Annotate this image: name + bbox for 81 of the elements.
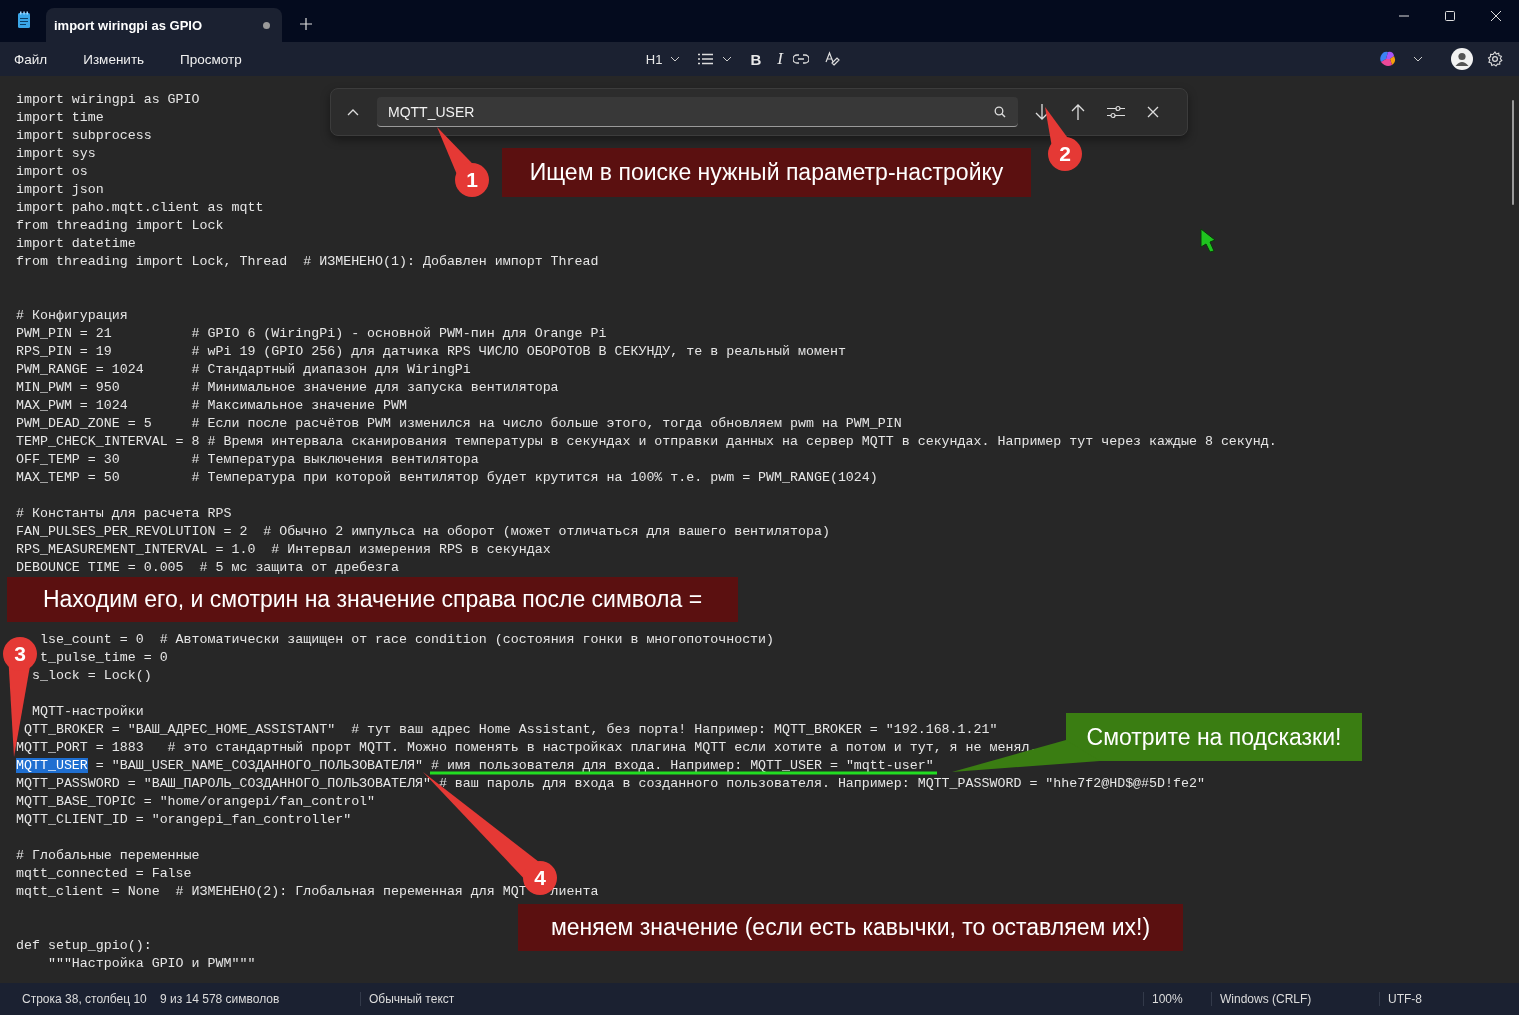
code-line: DEBOUNCE TIME = 0.005 # 5 мс защита от дребезга <box>16 560 399 575</box>
code-line: OFF_TEMP = 30 # Температура выключения вентилятора <box>16 452 479 467</box>
note-banner: Ищем в поиске нужный параметр-настройку <box>502 148 1031 197</box>
scrollbar[interactable] <box>1512 100 1514 205</box>
chevron-down-icon[interactable] <box>1413 56 1423 62</box>
code-line: # Конфигурация <box>16 308 128 323</box>
code-line: PWM_DEAD_ZONE = 5 # Если после расчётов PWM изменился на число больше этого, тогда обновляем pwm на PWM_PIN <box>16 416 902 431</box>
cursor-icon <box>1200 228 1216 253</box>
code-line: MAX_TEMP = 50 # Температура при которой вентилятор будет крутится на 100% т.е. pwm = PWM_RANGE(1024) <box>16 470 878 485</box>
code-line: MQTT_BASE_TOPIC = "home/orangepi/fan_control" <box>16 794 376 809</box>
status-item: Строка 38, столбец 10 <box>21 992 148 1006</box>
marker-pin <box>1045 107 1082 171</box>
code-line: from threading import Lock, Thread # ИЗМЕНЕНО(1): Добавлен импорт Thread <box>16 254 599 269</box>
italic-button[interactable]: I <box>773 47 787 71</box>
code-line: import sys <box>16 146 96 161</box>
code-line: MQTT_CLIENT_ID = "orangepi_fan_controller" <box>16 812 352 827</box>
heading-dropdown[interactable]: H1 <box>641 49 685 69</box>
code-line: TEMP_CHECK_INTERVAL = 8 # Время интервала сканирования температуры в секундах и отправки данных на сервер MQTT в секундах. Например тут через каждые 8 секунд. <box>16 434 1277 449</box>
clear-formatting-icon[interactable] <box>825 51 841 67</box>
code-line: PWM_PIN = 21 # GPIO 6 (WiringPi) - основной PWM-пин для Orange Pi <box>16 326 607 341</box>
status-item: Windows (CRLF) <box>1211 992 1379 1006</box>
arrow-down-icon[interactable] <box>1035 104 1049 120</box>
code-line: """Настройка GPIO и PWM""" <box>47 956 256 971</box>
note-banner: меняем значение (если есть кавычки, то оставляем их!) <box>518 904 1183 951</box>
step-number: 3 <box>14 642 26 665</box>
document-tab[interactable]: import wiringpi as GPIO <box>46 8 282 42</box>
code-line: s_lock = Lock() <box>31 668 152 683</box>
chevron-up-icon[interactable] <box>347 108 359 116</box>
search-match: MQTT_USER <box>16 758 88 773</box>
code-line: lse_count = 0 # Автоматически защищен от race condition (состояния гонки в многопоточности) <box>39 632 775 647</box>
arrow-up-icon[interactable] <box>1071 104 1085 120</box>
code-line: import time <box>16 110 104 125</box>
chevron-down-icon <box>670 56 681 62</box>
marker-pin <box>437 127 489 197</box>
code-line: MAX_PWM = 1024 # Максимальное значение PWM <box>16 398 407 413</box>
status-item: Обычный текст <box>360 992 1143 1006</box>
code-line: from threading import Lock <box>16 218 224 233</box>
bold-button[interactable]: B <box>746 48 766 70</box>
step-number: 2 <box>1059 142 1071 165</box>
code-line: QTT_BROKER = "ВАШ_АДРЕС_HOME_ASSISTANT" # тут ваш адрес Home Assistant, без порта! Например: MQTT_BROKER = "192.168.1.21" <box>24 722 998 737</box>
search-icon[interactable] <box>994 105 1006 118</box>
status-item: 100% <box>1143 992 1211 1006</box>
code-line: RPS_PIN = 19 # wPi 19 (GPIO 256) для датчика RPS ЧИСЛО ОБОРОТОВ В СЕКУНДУ, те в реальный момент <box>16 344 846 359</box>
notepad-icon <box>17 11 31 29</box>
code-line: mqtt_connected = False <box>16 866 192 881</box>
code-line: RPS_MEASUREMENT_INTERVAL = 1.0 # Интервал измерения RPS в секундах <box>16 542 551 557</box>
code-line: import os <box>16 164 88 179</box>
code-line: def setup_gpio(): <box>16 938 152 953</box>
options-icon[interactable] <box>1107 105 1125 119</box>
code-line: # Константы для расчета RPS <box>16 506 232 521</box>
chevron-down-icon <box>722 56 733 62</box>
code-line: import datetime <box>16 236 136 251</box>
menu-item[interactable]: Файл <box>14 51 48 67</box>
code-line: MIN_PWM = 950 # Минимальное значение для запуска вентилятора <box>16 380 559 395</box>
new-tab-icon[interactable] <box>300 18 312 30</box>
code-line: FAN_PULSES_PER_REVOLUTION = 2 # Обычно 2 импульса на оборот (может отличаться для вашего вентилятора) <box>16 524 830 539</box>
status-item: UTF-8 <box>1379 992 1519 1006</box>
close-icon[interactable] <box>1147 106 1159 118</box>
close-icon[interactable] <box>1490 10 1502 22</box>
code-line: import json <box>16 182 104 197</box>
settings-icon[interactable] <box>1487 51 1503 67</box>
maximize-icon[interactable] <box>1444 10 1456 22</box>
code-line: import subprocess <box>16 128 152 143</box>
code-line: t_pulse_time = 0 <box>39 650 168 665</box>
note-banner: Находим его, и смотрин на значение справа после символа = <box>7 577 738 622</box>
code-line: MQTT-настройки <box>31 704 144 719</box>
menu-item[interactable]: Изменить <box>83 51 145 67</box>
avatar-icon[interactable] <box>1451 48 1473 70</box>
code-line: import paho.mqtt.client as mqtt <box>16 200 264 215</box>
code-line: MQTT_PORT = 1883 # это стандартный прорт MQTT. Можно поменять в настройках плагина MQTT если хотите а потом и тут, я не менял. <box>16 740 1038 755</box>
step-number: 1 <box>466 168 478 191</box>
menu-item[interactable]: Просмотр <box>180 51 242 67</box>
list-icon <box>698 53 715 65</box>
code-line: import wiringpi as GPIO <box>16 92 200 107</box>
code-line: MQTT_PASSWORD = "ВАШ_ПАРОЛЬ_СОЗДАННОГО_ПОЛЬЗОВАТЕЛЯ" # ваш пароль для входа в созданного пользователя. Например: MQTT_PASSWORD = "hhe7f2@HD$@#5D!fe2" <box>16 776 1205 791</box>
code-line: # Глобальные переменные <box>16 848 200 863</box>
link-icon[interactable] <box>793 54 809 64</box>
code-line: PWM_RANGE = 1024 # Стандартный диапазон для WiringPi <box>16 362 471 377</box>
code-line: = "ВАШ_USER_NAME_СОЗДАННОГО_ПОЛЬЗОВАТЕЛЯ" # имя пользователя для входа. Например: MQTT_USER = "mqtt-user" <box>95 758 934 773</box>
search-field[interactable]: MQTT_USER <box>377 97 1018 127</box>
status-item: 9 из 14 578 символов <box>159 992 281 1006</box>
